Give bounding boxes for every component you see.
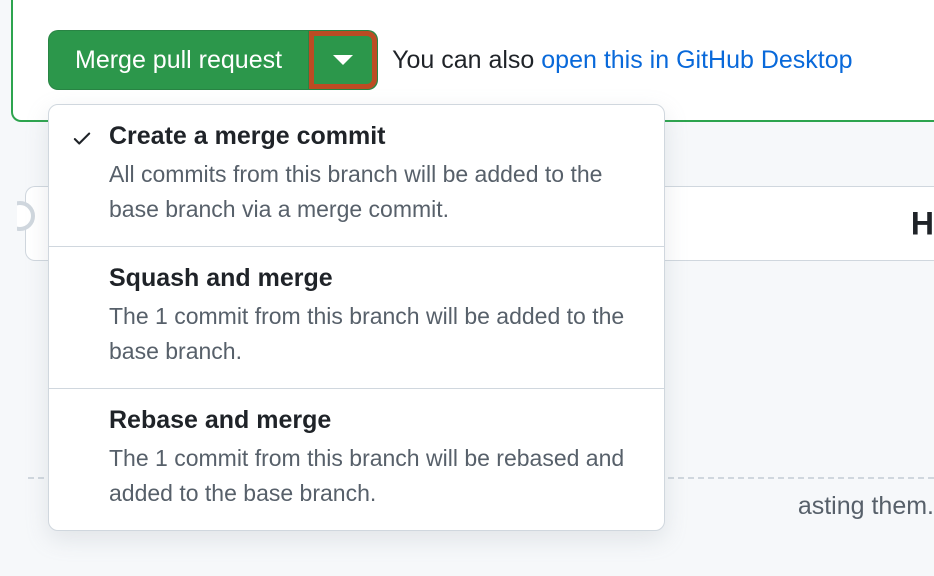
merge-option-title: Rebase and merge — [109, 406, 638, 435]
merge-options-dropdown-button[interactable] — [308, 30, 378, 90]
merge-options-dropdown: Create a merge commit All commits from t… — [48, 104, 665, 531]
partial-text-fragment: asting them. — [798, 492, 934, 521]
merge-hint-prefix: You can also — [392, 46, 541, 74]
merge-option-description: The 1 commit from this branch will be ad… — [109, 299, 638, 368]
merge-option-description: The 1 commit from this branch will be re… — [109, 441, 638, 510]
merge-option-rebase-and-merge[interactable]: Rebase and merge The 1 commit from this … — [49, 388, 664, 530]
merge-option-create-merge-commit[interactable]: Create a merge commit All commits from t… — [49, 105, 664, 246]
timeline-marker-icon — [5, 201, 35, 231]
caret-down-icon — [333, 55, 353, 65]
merge-option-title: Create a merge commit — [109, 122, 638, 151]
merge-hint-text: You can also open this in GitHub Desktop — [392, 46, 852, 75]
merge-option-squash-and-merge[interactable]: Squash and merge The 1 commit from this … — [49, 246, 664, 388]
merge-button-row: Merge pull request You can also open thi… — [48, 30, 934, 90]
partial-heading-letter: H — [911, 205, 934, 242]
merge-option-description: All commits from this branch will be add… — [109, 157, 638, 226]
open-github-desktop-link[interactable]: open this in GitHub Desktop — [541, 46, 852, 74]
merge-pull-request-button[interactable]: Merge pull request — [48, 30, 308, 90]
merge-button-group: Merge pull request — [48, 30, 378, 90]
merge-option-title: Squash and merge — [109, 264, 638, 293]
check-icon — [71, 127, 93, 154]
